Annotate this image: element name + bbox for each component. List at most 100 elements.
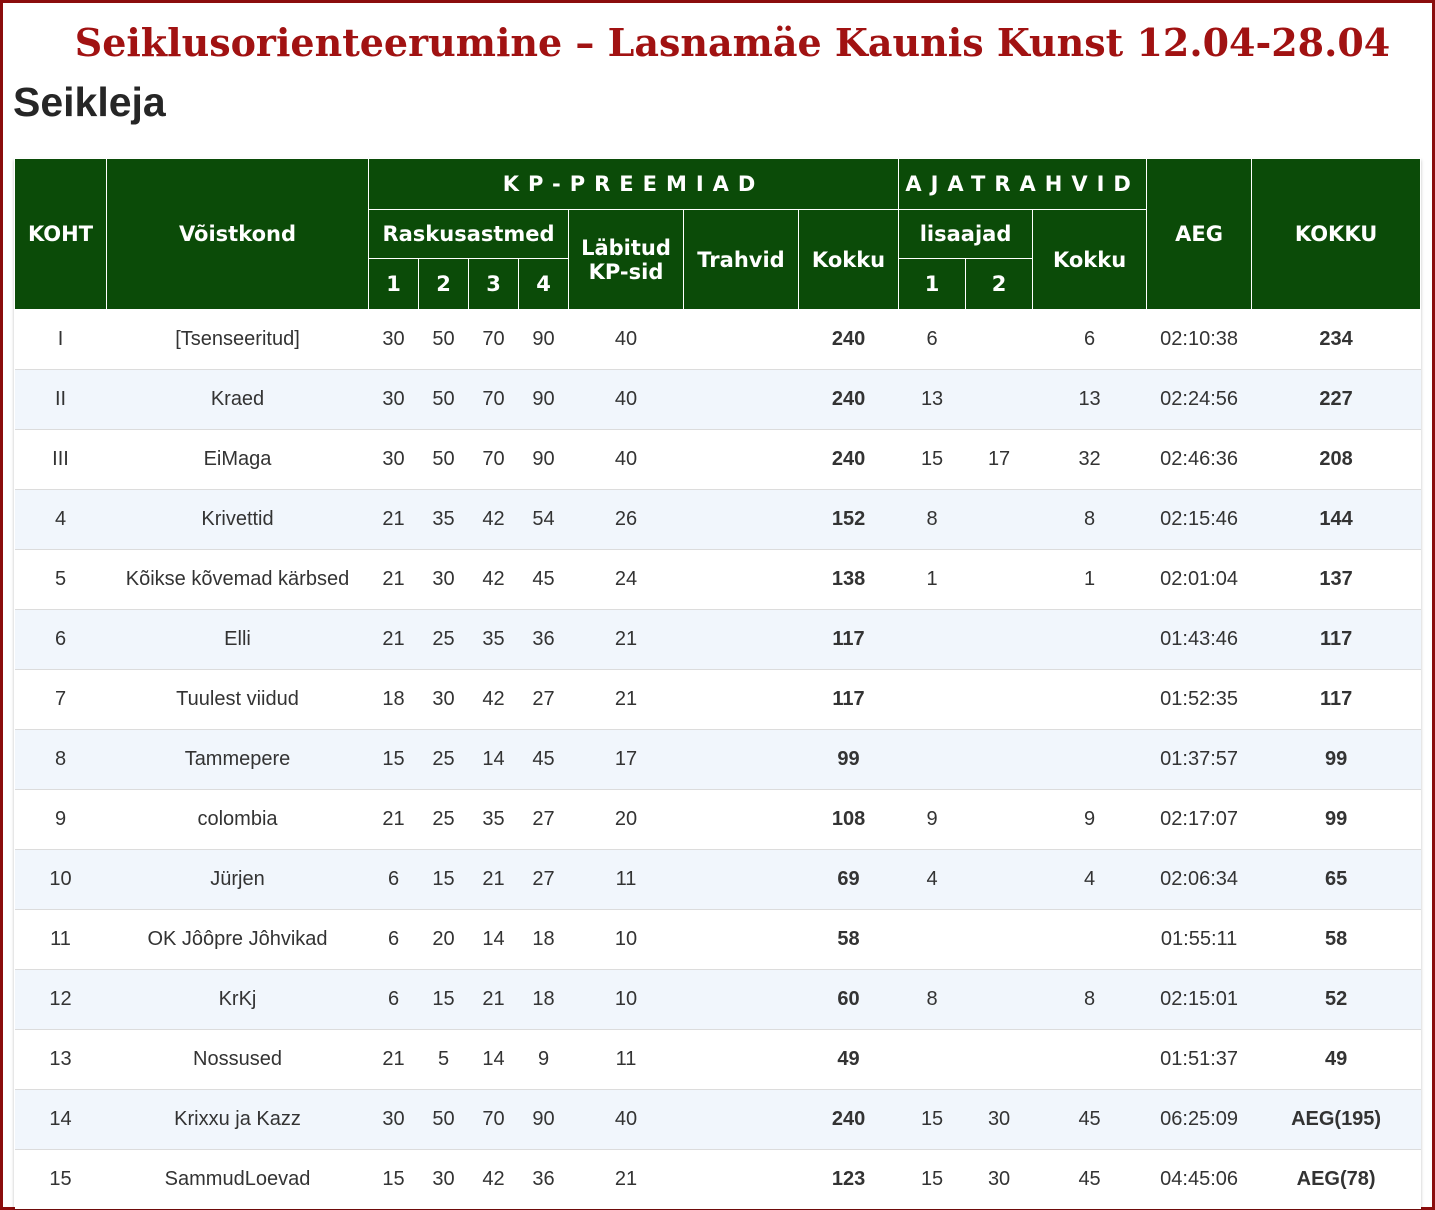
cell-difficulty-2: 50 [418,429,469,490]
cell-time: 01:43:46 [1146,609,1252,670]
cell-difficulty-4: 45 [518,729,569,790]
cell-penalties [683,729,799,790]
cell-penalties [683,1029,799,1090]
cell-difficulty-1: 6 [368,849,419,910]
cell-time-penalty-total [1032,729,1147,790]
cell-penalties [683,429,799,490]
header-ajatrahvid: AJATRAHVID [898,158,1148,210]
cell-time-penalty-total: 45 [1032,1149,1147,1209]
cell-difficulty-1: 15 [368,729,419,790]
cell-extra-time-2 [965,849,1033,910]
cell-time-penalty-total: 1 [1032,549,1147,610]
cell-difficulty-4: 54 [518,489,569,550]
cell-difficulty-1: 6 [368,909,419,970]
cell-time-penalty-total: 6 [1032,309,1147,370]
cell-difficulty-2: 50 [418,1089,469,1150]
cell-time-penalty-total: 9 [1032,789,1147,850]
cell-extra-time-1: 8 [898,489,966,550]
cell-penalties [683,549,799,610]
cell-time-penalty-total: 13 [1032,369,1147,430]
cell-kp-total: 123 [798,1149,899,1209]
cell-grand-total: 49 [1251,1029,1421,1090]
cell-kp-total: 99 [798,729,899,790]
cell-extra-time-1 [898,909,966,970]
table-row: 15 SammudLoevad 15 30 42 36 21 123 15 30 45 04:45:0… [14,1149,1421,1209]
cell-extra-time-2 [965,309,1033,370]
cell-penalties [683,969,799,1030]
cell-extra-time-1 [898,669,966,730]
page-title: Seiklusorienteerumine – Lasnamäe Kaunis … [74,20,1391,65]
cell-extra-time-2 [965,789,1033,850]
cell-difficulty-1: 15 [368,1149,419,1209]
cell-difficulty-4: 90 [518,429,569,490]
header-aeg: AEG [1146,158,1253,310]
cell-team: OK Jôôpre Jôhvikad [106,909,369,970]
cell-extra-time-1 [898,1029,966,1090]
cell-team: colombia [106,789,369,850]
class-heading: Seikleja [13,79,166,125]
cell-extra-time-2 [965,609,1033,670]
cell-penalties [683,909,799,970]
cell-difficulty-1: 21 [368,549,419,610]
cell-difficulty-3: 70 [468,1089,519,1150]
cell-difficulty-4: 27 [518,669,569,730]
cell-extra-time-1: 6 [898,309,966,370]
header-kp-kokku: Kokku [797,209,900,310]
cell-difficulty-2: 25 [418,609,469,670]
cell-penalties [683,1089,799,1150]
table-row: 9 colombia 21 25 35 27 20 108 9 9 02:17:07 99 [14,789,1421,850]
cell-team: Kõikse kõvemad kärbsed [106,549,369,610]
cell-difficulty-2: 15 [418,969,469,1030]
header-raskusastmed: Raskusastmed [368,209,569,259]
cell-extra-time-1: 4 [898,849,966,910]
cell-time-penalty-total: 8 [1032,489,1147,550]
cell-difficulty-3: 70 [468,429,519,490]
cell-checkpoints-passed: 40 [568,1089,684,1150]
cell-extra-time-1: 15 [898,1149,966,1209]
cell-place: 5 [14,549,107,610]
cell-difficulty-4: 90 [518,369,569,430]
table-row: III EiMaga 30 50 70 90 40 240 15 17 32 02:46:36 208 [14,429,1421,490]
cell-kp-total: 117 [798,609,899,670]
cell-extra-time-2 [965,909,1033,970]
cell-time: 02:01:04 [1146,549,1252,610]
cell-difficulty-2: 20 [418,909,469,970]
cell-place: 7 [14,669,107,730]
header-raskus-4: 4 [518,258,569,310]
cell-checkpoints-passed: 40 [568,309,684,370]
cell-time-penalty-total [1032,669,1147,730]
cell-difficulty-3: 35 [468,609,519,670]
cell-penalties [683,309,799,370]
cell-team: Krixxu ja Kazz [106,1089,369,1150]
cell-kp-total: 240 [798,309,899,370]
cell-place: 11 [14,909,107,970]
cell-extra-time-1 [898,729,966,790]
table-row: 12 KrKj 6 15 21 18 10 60 8 8 02:15:01 52 [14,969,1421,1030]
cell-place: 6 [14,609,107,670]
cell-kp-total: 240 [798,1089,899,1150]
cell-time-penalty-total [1032,609,1147,670]
cell-checkpoints-passed: 11 [568,1029,684,1090]
cell-place: 9 [14,789,107,850]
header-ajatrahvid-kokku: Kokku [1032,209,1148,310]
cell-extra-time-2 [965,969,1033,1030]
cell-extra-time-2: 17 [965,429,1033,490]
cell-grand-total: 234 [1251,309,1421,370]
cell-time-penalty-total: 45 [1032,1089,1147,1150]
cell-difficulty-3: 14 [468,729,519,790]
cell-difficulty-2: 30 [418,669,469,730]
cell-difficulty-3: 70 [468,309,519,370]
cell-difficulty-4: 18 [518,909,569,970]
cell-checkpoints-passed: 24 [568,549,684,610]
cell-grand-total: AEG(195) [1251,1089,1421,1150]
cell-time: 01:52:35 [1146,669,1252,730]
cell-checkpoints-passed: 21 [568,669,684,730]
cell-grand-total: 52 [1251,969,1421,1030]
cell-checkpoints-passed: 11 [568,849,684,910]
results-table: KOHT Võistkond KP-PREEMIAD AJATRAHVID AE… [14,158,1422,1209]
cell-time: 02:17:07 [1146,789,1252,850]
cell-team: EiMaga [106,429,369,490]
cell-difficulty-4: 45 [518,549,569,610]
cell-extra-time-1: 15 [898,429,966,490]
table-row: 4 Krivettid 21 35 42 54 26 152 8 8 02:15:46 144 [14,489,1421,550]
